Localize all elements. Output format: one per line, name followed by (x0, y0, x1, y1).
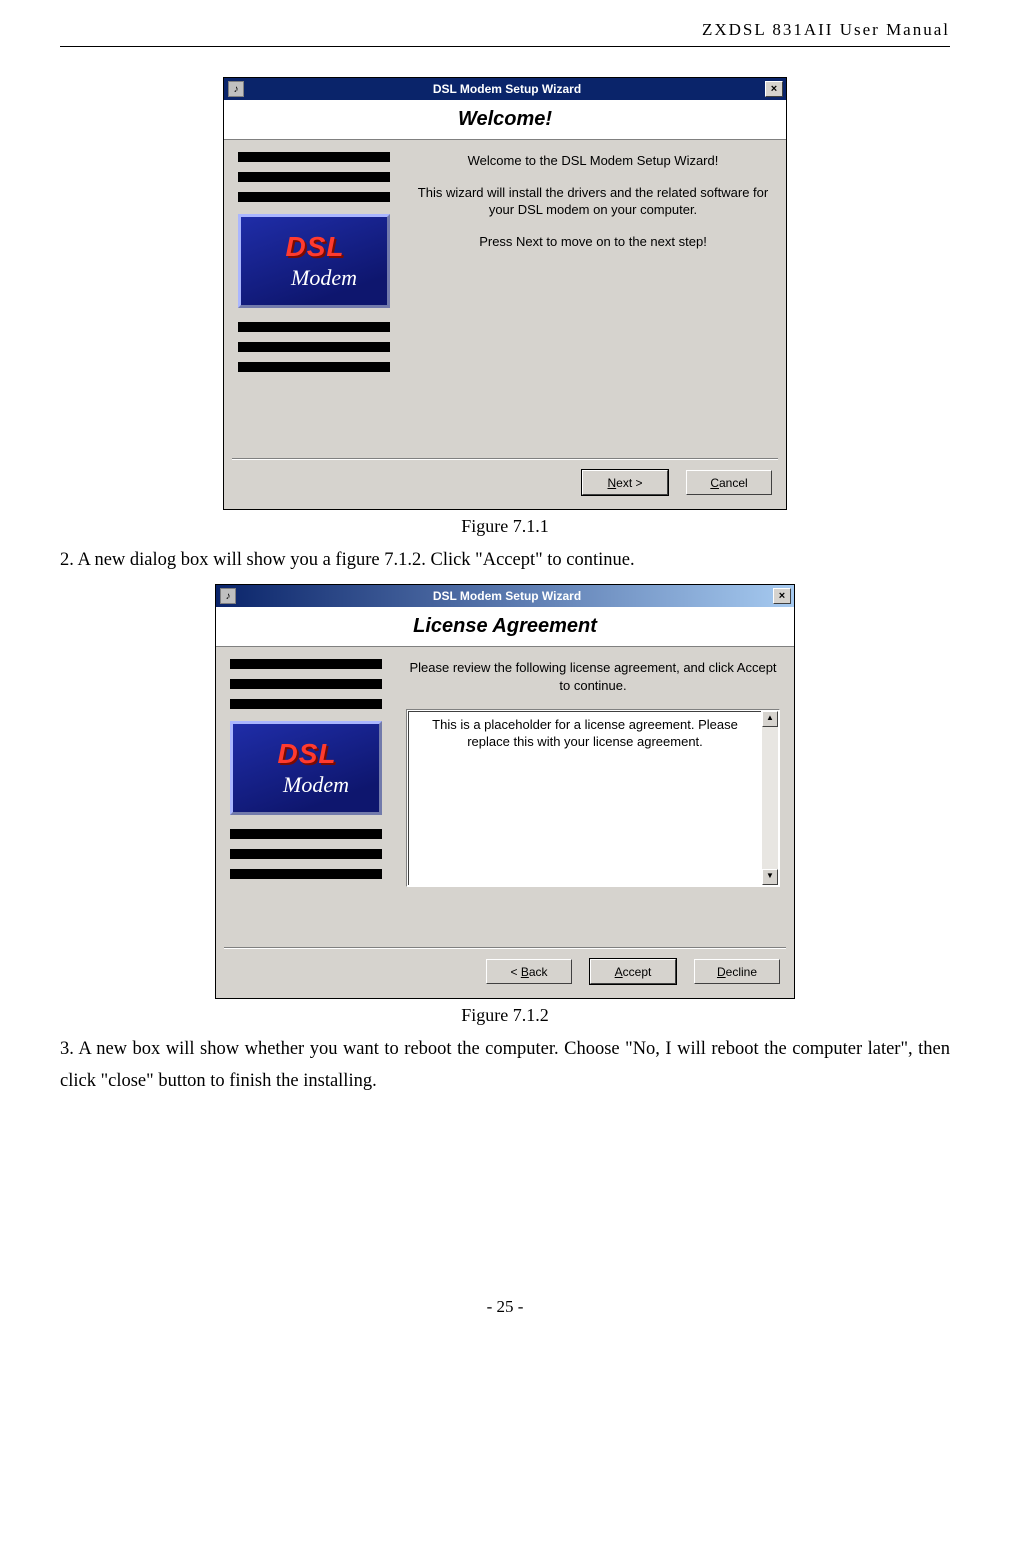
scroll-down-icon[interactable]: ▼ (762, 869, 778, 885)
license-intro-text: Please review the following license agre… (406, 659, 780, 694)
titlebar: ♪ DSL Modem Setup Wizard × (216, 585, 794, 607)
wizard-content: Please review the following license agre… (382, 659, 780, 939)
window-title: DSL Modem Setup Wizard (241, 589, 773, 603)
dsl-modem-logo: DSL Modem (230, 721, 382, 815)
next-button[interactable]: Next > (582, 470, 668, 495)
close-button[interactable]: × (773, 588, 791, 604)
wizard-content: Welcome to the DSL Modem Setup Wizard! T… (390, 152, 772, 450)
decline-button[interactable]: Decline (694, 959, 780, 984)
step-3-text: 3. A new box will show whether you want … (60, 1034, 950, 1097)
wizard-welcome-dialog: ♪ DSL Modem Setup Wizard × Welcome! DSL … (223, 77, 787, 510)
back-button[interactable]: < Back (486, 959, 572, 984)
wizard-banner: License Agreement (216, 607, 794, 647)
page-footer: - 25 - (60, 1297, 950, 1317)
window-title: DSL Modem Setup Wizard (249, 82, 765, 96)
page-header: ZXDSL 831AII User Manual (60, 20, 950, 47)
scroll-track[interactable] (762, 727, 778, 869)
titlebar: ♪ DSL Modem Setup Wizard × (224, 78, 786, 100)
vertical-scrollbar[interactable]: ▲ ▼ (762, 711, 778, 885)
wizard-banner: Welcome! (224, 100, 786, 140)
license-textbox[interactable]: This is a placeholder for a license agre… (406, 709, 780, 887)
app-icon: ♪ (228, 81, 244, 97)
app-icon: ♪ (220, 588, 236, 604)
cancel-button[interactable]: Cancel (686, 470, 772, 495)
step-2-text: 2. A new dialog box will show you a figu… (60, 545, 950, 576)
wizard-button-row: < Back Accept Decline (216, 949, 794, 998)
figure-caption-1: Figure 7.1.1 (60, 516, 950, 537)
accept-button[interactable]: Accept (590, 959, 676, 984)
wizard-sidebar-art: DSL Modem (230, 659, 382, 939)
license-text: This is a placeholder for a license agre… (408, 711, 761, 885)
wizard-license-dialog: ♪ DSL Modem Setup Wizard × License Agree… (215, 584, 795, 999)
welcome-text-2: This wizard will install the drivers and… (414, 184, 772, 219)
dsl-modem-logo: DSL Modem (238, 214, 390, 308)
wizard-button-row: Next > Cancel (224, 460, 786, 509)
scroll-up-icon[interactable]: ▲ (762, 711, 778, 727)
welcome-text-1: Welcome to the DSL Modem Setup Wizard! (414, 152, 772, 170)
close-button[interactable]: × (765, 81, 783, 97)
wizard-sidebar-art: DSL Modem (238, 152, 390, 450)
welcome-text-3: Press Next to move on to the next step! (414, 233, 772, 251)
figure-caption-2: Figure 7.1.2 (60, 1005, 950, 1026)
